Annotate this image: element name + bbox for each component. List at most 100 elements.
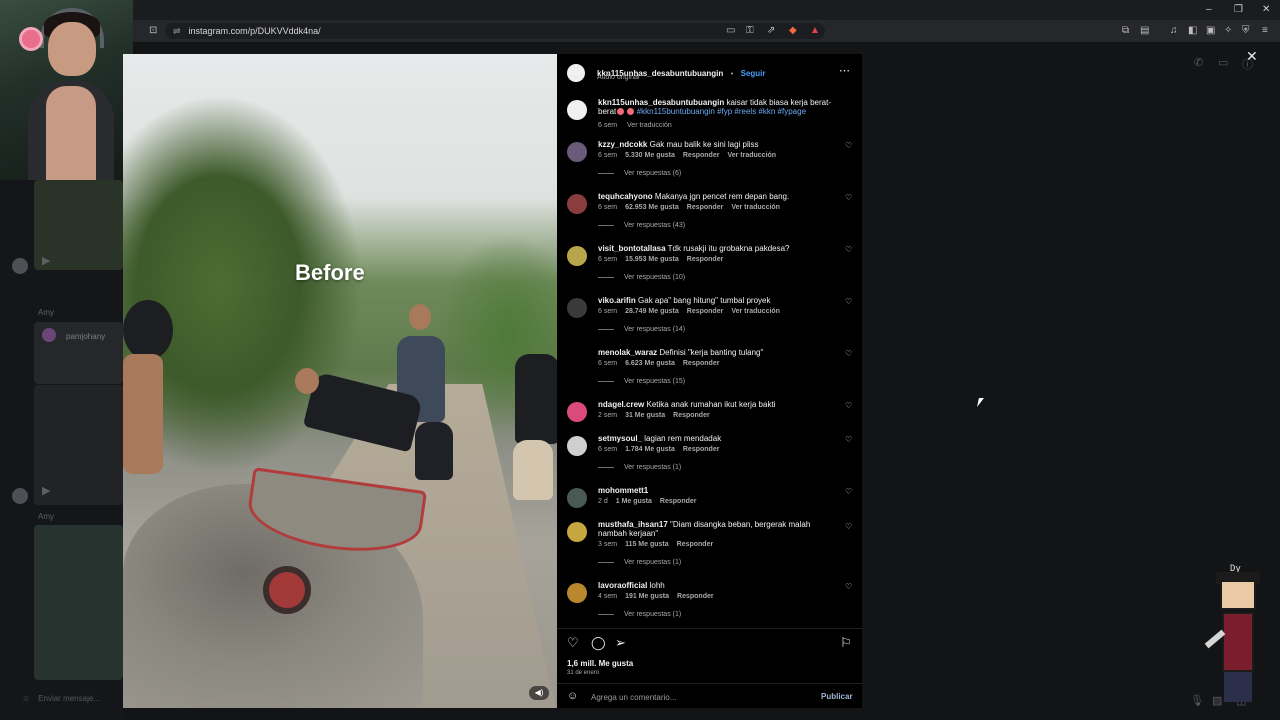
comment-like-icon[interactable]: ♡ [845, 141, 852, 150]
close-icon[interactable]: ✕ [1246, 48, 1258, 65]
publish-button[interactable]: Publicar [821, 692, 853, 701]
microphone-icon[interactable]: 🎙 [1190, 694, 1204, 707]
site-info-icon[interactable]: ⇌ [173, 26, 181, 37]
cast-icon[interactable]: ▭ [726, 25, 735, 37]
comment-likes[interactable]: 1.784 Me gusta [625, 446, 675, 453]
view-replies-link[interactable]: Ver respuestas (6) [598, 170, 681, 177]
video-call-icon[interactable]: ▭ [1218, 56, 1228, 69]
media-tile[interactable] [34, 525, 123, 680]
comment-input[interactable] [591, 690, 801, 704]
menu-icon[interactable]: ≡ [1262, 25, 1268, 37]
mute-icon[interactable]: ◀) [529, 686, 549, 700]
reply-button[interactable]: Responder [673, 412, 710, 419]
comment-like-icon[interactable]: ♡ [845, 193, 852, 202]
commenter-username[interactable]: viko.arifin [598, 296, 636, 305]
comment-icon[interactable]: ◯ [591, 635, 606, 651]
audio-label[interactable]: Audio original [597, 74, 639, 81]
translate-link[interactable]: Ver traducción [731, 308, 780, 315]
commenter-username[interactable]: ndagel.crew [598, 400, 644, 409]
sidebar-icon[interactable]: ◧ [1188, 25, 1197, 37]
phone-icon[interactable]: ✆ [1194, 56, 1203, 69]
commenter-avatar[interactable] [567, 488, 587, 508]
reply-button[interactable]: Responder [677, 541, 714, 548]
commenter-username[interactable]: menolak_waraz [598, 348, 657, 357]
comment-likes[interactable]: 115 Me gusta [625, 541, 669, 548]
avatar[interactable] [12, 488, 28, 504]
commenter-username[interactable]: mohommett1 [598, 486, 648, 495]
video-icon[interactable]: ▶ [42, 484, 50, 497]
commenter-avatar[interactable] [567, 194, 587, 214]
comment-likes[interactable]: 1 Me gusta [616, 498, 652, 505]
comment-like-icon[interactable]: ♡ [845, 245, 852, 254]
comment-like-icon[interactable]: ♡ [845, 487, 852, 496]
commenter-avatar[interactable] [567, 246, 587, 266]
vpn-icon[interactable]: ⛨ [1242, 25, 1250, 37]
comment-like-icon[interactable]: ♡ [845, 297, 852, 306]
view-replies-link[interactable]: Ver respuestas (1) [598, 559, 681, 566]
brave-shield-icon[interactable]: ◆ [789, 25, 797, 37]
restore-icon[interactable]: ❐ [1234, 4, 1243, 15]
comment-like-icon[interactable]: ♡ [845, 522, 852, 531]
comment-likes[interactable]: 62.953 Me gusta [625, 204, 679, 211]
caption-username[interactable]: kkn115unhas_desabuntubuangin [598, 98, 724, 107]
comment-likes[interactable]: 5.330 Me gusta [625, 152, 675, 159]
comment-likes[interactable]: 28.749 Me gusta [625, 308, 679, 315]
music-icon[interactable]: ♫ [1170, 25, 1178, 37]
reply-button[interactable]: Responder [683, 360, 720, 367]
reply-button[interactable]: Responder [687, 308, 724, 315]
translate-link[interactable]: Ver traducción [627, 122, 672, 129]
rewards-icon[interactable]: ▲ [810, 25, 820, 37]
reply-button[interactable]: Responder [687, 256, 724, 263]
commenter-avatar[interactable] [567, 298, 587, 318]
commenter-username[interactable]: kzzy_ndcokk [598, 140, 647, 149]
translate-link[interactable]: Ver traducción [727, 152, 776, 159]
key-icon[interactable]: ⚿ [746, 25, 754, 37]
close-window-icon[interactable]: ✕ [1262, 4, 1270, 15]
comment-likes[interactable]: 191 Me gusta [625, 593, 669, 600]
view-replies-link[interactable]: Ver respuestas (43) [598, 222, 685, 229]
reply-button[interactable]: Responder [683, 152, 720, 159]
more-horizontal-icon[interactable]: ⋯ [839, 64, 850, 77]
video-icon[interactable]: ▶ [42, 254, 50, 267]
message-input-placeholder[interactable]: ☺ Enviar mensaje... [22, 694, 100, 703]
commenter-avatar[interactable] [567, 436, 587, 456]
comment-like-icon[interactable]: ♡ [845, 349, 852, 358]
view-replies-link[interactable]: Ver respuestas (10) [598, 274, 685, 281]
comment-like-icon[interactable]: ♡ [845, 582, 852, 591]
translate-link[interactable]: Ver traducción [731, 204, 780, 211]
commenter-avatar[interactable] [567, 142, 587, 162]
reply-button[interactable]: Responder [660, 498, 697, 505]
view-replies-link[interactable]: Ver respuestas (14) [598, 326, 685, 333]
reply-button[interactable]: Responder [683, 446, 720, 453]
comment-likes[interactable]: 6.623 Me gusta [625, 360, 675, 367]
commenter-avatar[interactable] [567, 350, 587, 370]
commenter-username[interactable]: musthafa_ihsan17 [598, 520, 668, 529]
share-icon[interactable]: ⇗ [767, 25, 775, 37]
comment-like-icon[interactable]: ♡ [845, 401, 852, 410]
emoji-picker-icon[interactable]: ☺ [567, 690, 578, 702]
minimize-icon[interactable]: – [1206, 4, 1212, 15]
comment-like-icon[interactable]: ♡ [845, 435, 852, 444]
reply-button[interactable]: Responder [687, 204, 724, 211]
reader-icon[interactable]: ▤ [1140, 25, 1149, 37]
heart-icon[interactable]: ♡ [567, 635, 579, 651]
commenter-username[interactable]: tequhcahyono [598, 192, 653, 201]
commenter-username[interactable]: lavoraofficial [598, 581, 647, 590]
emoji-icon[interactable]: ☺ [22, 694, 30, 703]
follow-button[interactable]: Seguir [741, 69, 766, 78]
author-avatar[interactable] [567, 64, 585, 82]
commenter-avatar[interactable] [567, 402, 587, 422]
likes-count[interactable]: 1,6 mill. Me gusta [567, 659, 633, 668]
view-replies-link[interactable]: Ver respuestas (1) [598, 464, 681, 471]
save-icon[interactable]: ⚐ [840, 635, 852, 651]
commenter-avatar[interactable] [567, 522, 587, 542]
comment-likes[interactable]: 31 Me gusta [625, 412, 665, 419]
extensions-icon[interactable]: ⧉ [1122, 25, 1129, 37]
reply-button[interactable]: Responder [677, 593, 714, 600]
send-icon[interactable]: ➢ [615, 635, 626, 651]
wallet-icon[interactable]: ▣ [1206, 25, 1215, 37]
commenter-username[interactable]: setmysoul_ [598, 434, 642, 443]
comment-likes[interactable]: 15.953 Me gusta [625, 256, 679, 263]
view-replies-link[interactable]: Ver respuestas (15) [598, 378, 685, 385]
commenter-avatar[interactable] [567, 583, 587, 603]
